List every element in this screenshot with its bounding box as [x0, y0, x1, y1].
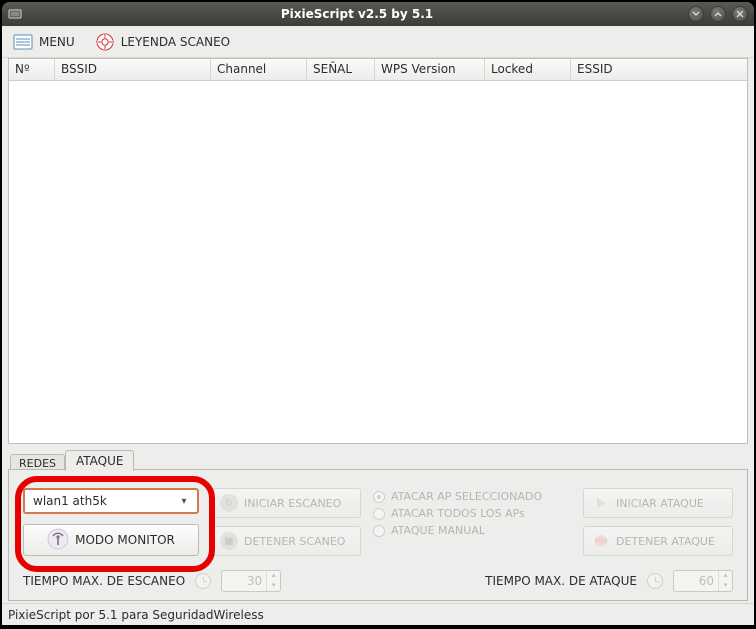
radio-icon: [373, 491, 385, 503]
tab-ataque[interactable]: ATAQUE: [65, 450, 134, 471]
tiempo-escaneo-spinner: 30 ▴▾: [221, 570, 281, 592]
detener-scaneo-label: DETENER SCANEO: [244, 535, 345, 548]
radio-icon: [373, 525, 385, 537]
radio-icon: [373, 508, 385, 520]
iniciar-ataque-label: INICIAR ATAQUE: [616, 497, 704, 510]
titlebar: PixieScript v2.5 by 5.1: [2, 2, 754, 26]
radio-label-todos: ATACAR TODOS LOS APs: [391, 507, 525, 520]
status-text: PixieScript por 5.1 para SeguridadWirele…: [8, 608, 264, 622]
ataque-panel: wlan1 ath5k ▾ MODO MONITOR: [8, 470, 748, 601]
radio-label-manual: ATAQUE MANUAL: [391, 524, 485, 537]
minimize-button[interactable]: [688, 6, 704, 22]
broadcast-icon: [47, 528, 69, 553]
clock-icon: [195, 573, 211, 589]
tiempo-escaneo-label: TIEMPO MAX. DE ESCANEO: [23, 574, 185, 588]
menubar: MENU LEYENDA SCANEO: [2, 26, 754, 58]
iniciar-ataque-button: INICIAR ATAQUE: [583, 488, 733, 518]
table-body: [9, 81, 747, 443]
app-icon: [8, 7, 22, 21]
stop-icon: STOP: [592, 532, 610, 550]
col-bssid[interactable]: BSSID: [55, 59, 211, 80]
modo-monitor-button[interactable]: MODO MONITOR: [23, 524, 199, 556]
interface-value: wlan1 ath5k: [33, 494, 107, 508]
statusbar: PixieScript por 5.1 para SeguridadWirele…: [2, 603, 754, 625]
menu-label: MENU: [39, 35, 75, 49]
tiempo-escaneo-value: 30: [222, 574, 266, 588]
maximize-button[interactable]: [710, 6, 726, 22]
col-signal[interactable]: SEÑAL: [307, 59, 375, 80]
col-essid[interactable]: ESSID: [571, 59, 747, 80]
iniciar-escaneo-label: INICIAR ESCANEO: [244, 497, 341, 510]
tiempo-ataque-spinner: 60 ▴▾: [673, 570, 733, 592]
lifebuoy-icon: [95, 33, 115, 51]
iniciar-escaneo-button: ↻ INICIAR ESCANEO: [211, 488, 361, 518]
play-icon: [592, 494, 610, 512]
modo-monitor-label: MODO MONITOR: [75, 533, 175, 547]
col-locked[interactable]: Locked: [485, 59, 571, 80]
window-title: PixieScript v2.5 by 5.1: [26, 7, 688, 21]
chevron-down-icon: ▾: [175, 496, 193, 507]
tiempo-ataque-label: TIEMPO MAX. DE ATAQUE: [485, 574, 637, 588]
detener-ataque-button: STOP DETENER ATAQUE: [583, 526, 733, 556]
menu-button[interactable]: MENU: [8, 30, 80, 54]
menu-icon: [13, 33, 33, 51]
col-wps[interactable]: WPS Version: [375, 59, 485, 80]
tabs: REDES ATAQUE: [8, 448, 748, 470]
radio-atacar-ap: ATACAR AP SELECCIONADO: [373, 490, 571, 503]
networks-table[interactable]: Nº BSSID Channel SEÑAL WPS Version Locke…: [8, 58, 748, 444]
close-button[interactable]: [732, 6, 748, 22]
table-header: Nº BSSID Channel SEÑAL WPS Version Locke…: [9, 59, 747, 81]
detener-scaneo-button: ■ DETENER SCANEO: [211, 526, 361, 556]
radio-ataque-manual: ATAQUE MANUAL: [373, 524, 571, 537]
tiempo-ataque-value: 60: [674, 574, 718, 588]
detener-ataque-label: DETENER ATAQUE: [616, 535, 715, 548]
legend-button[interactable]: LEYENDA SCANEO: [90, 30, 235, 54]
svg-text:STOP: STOP: [594, 539, 607, 545]
clock-icon: [647, 573, 663, 589]
col-channel[interactable]: Channel: [211, 59, 307, 80]
stop-icon: ■: [220, 532, 238, 550]
refresh-icon: ↻: [220, 494, 238, 512]
radio-atacar-todos: ATACAR TODOS LOS APs: [373, 507, 571, 520]
attack-mode-group: ATACAR AP SELECCIONADO ATACAR TODOS LOS …: [373, 488, 571, 537]
col-no[interactable]: Nº: [9, 59, 55, 80]
interface-combo[interactable]: wlan1 ath5k ▾: [23, 488, 199, 514]
radio-label-ap: ATACAR AP SELECCIONADO: [391, 490, 542, 503]
legend-label: LEYENDA SCANEO: [121, 35, 230, 49]
